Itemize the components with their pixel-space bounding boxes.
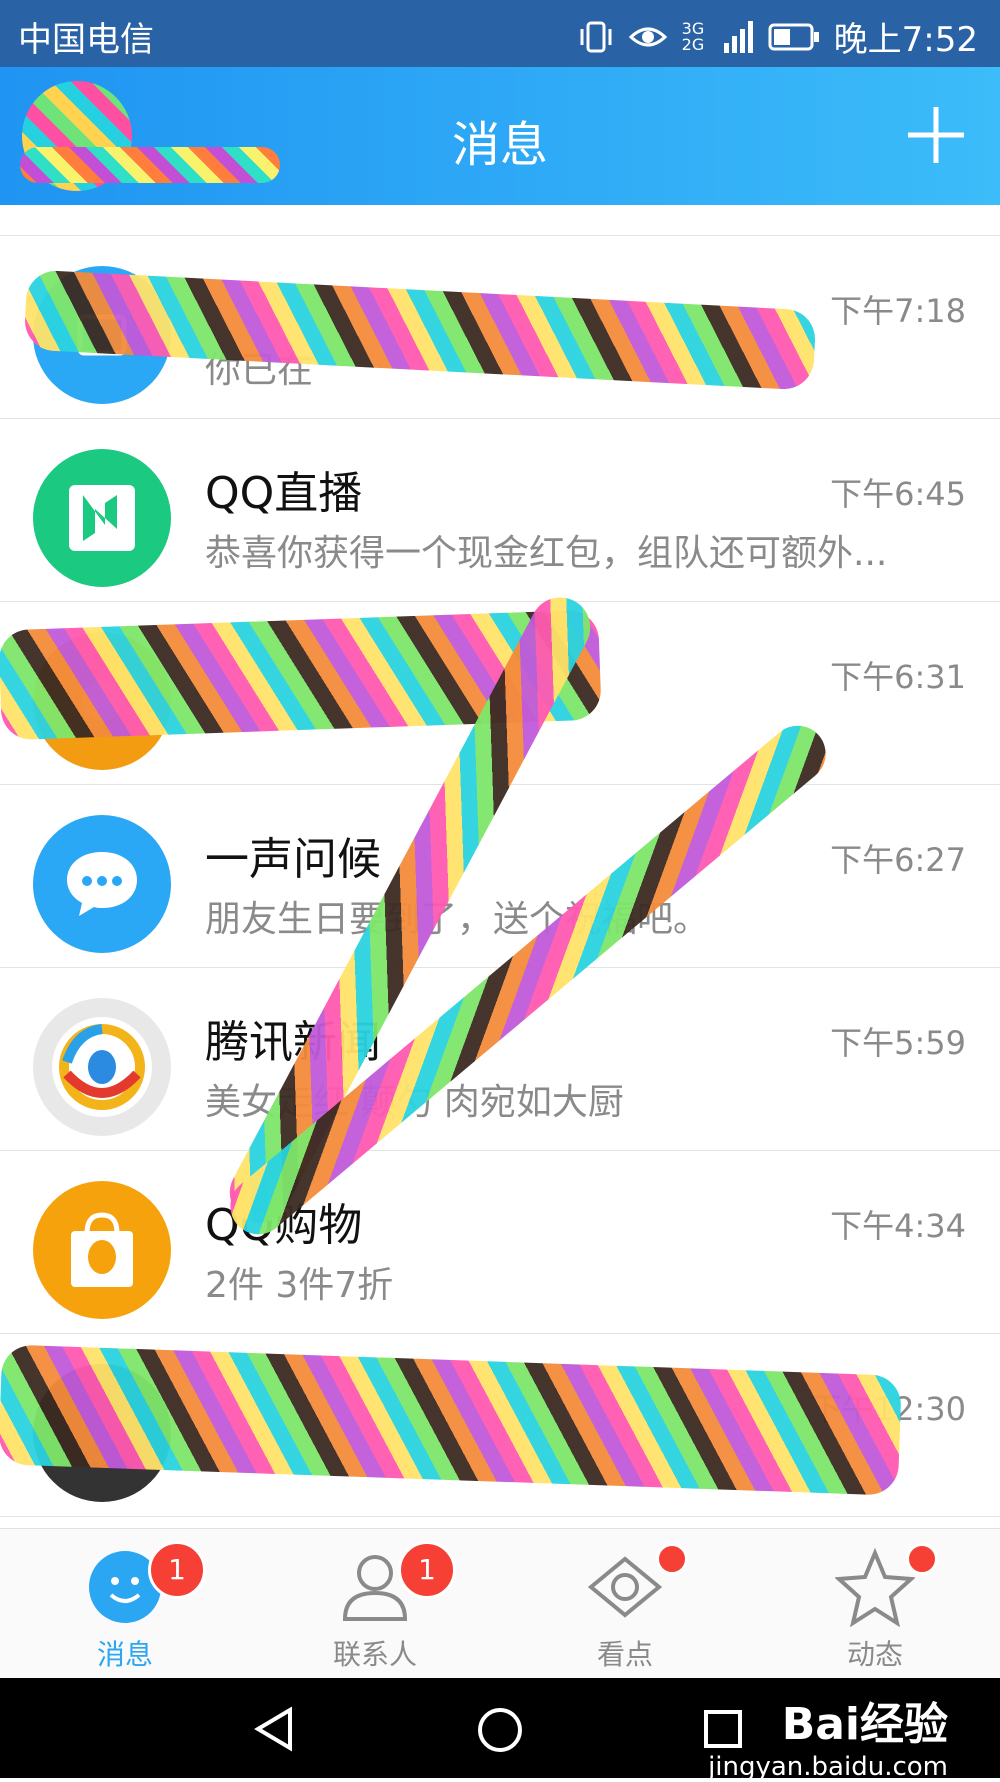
watermark-brand: Bai经验 bbox=[781, 1699, 948, 1750]
status-bar: 中国电信 3G 2G 晚上7:52 bbox=[0, 0, 1000, 67]
tab-bar: 1 消息 1 联系人 看点 动态 bbox=[0, 1528, 1000, 1679]
unread-badge: 1 bbox=[148, 1541, 206, 1599]
eye-comfort-icon bbox=[628, 27, 667, 46]
news-icon bbox=[52, 1017, 152, 1117]
conversation-name: 一声问候 bbox=[205, 834, 381, 885]
play-icon bbox=[69, 485, 135, 551]
conversation-preview: 恭喜你获得一个现金红包，组队还可额外... bbox=[205, 533, 888, 574]
notification-dot bbox=[906, 1543, 938, 1575]
conversation-preview: 2件 3件7折 bbox=[205, 1265, 394, 1306]
page-title: 消息 bbox=[451, 117, 548, 173]
conversation-avatar bbox=[33, 1181, 171, 1319]
conversation-row[interactable]: 一声问候 朋友生日要到了，送个祝福吧。 下午6:27 bbox=[0, 785, 1000, 968]
watermark: Bai经验 jingyan.baidu.com bbox=[708, 1688, 948, 1782]
tab-explore[interactable]: 看点 bbox=[500, 1529, 750, 1679]
plus-icon[interactable] bbox=[904, 103, 968, 167]
vibrate-icon bbox=[580, 21, 612, 52]
conversation-time: 下午7:18 bbox=[830, 292, 966, 330]
eye-tab-icon bbox=[587, 1556, 663, 1618]
home-icon[interactable] bbox=[476, 1706, 524, 1754]
network-label: 3G 2G bbox=[681, 18, 705, 54]
tab-label: 看点 bbox=[596, 1638, 653, 1671]
app-header: 消息 bbox=[0, 67, 1000, 205]
shopping-bag-icon bbox=[71, 1212, 133, 1287]
tab-feed[interactable]: 动态 bbox=[750, 1529, 1000, 1679]
conversation-name: QQ直播 bbox=[205, 468, 363, 519]
conversation-row[interactable]: QQ购物 2件 3件7折 下午4:34 bbox=[0, 1151, 1000, 1334]
back-icon[interactable] bbox=[252, 1706, 298, 1752]
tab-label: 联系人 bbox=[332, 1638, 417, 1671]
battery-icon bbox=[768, 23, 819, 50]
conversation-avatar bbox=[33, 998, 171, 1136]
chat-bubble-icon bbox=[67, 852, 137, 916]
conversation-time: 下午6:45 bbox=[830, 475, 966, 513]
tab-contacts[interactable]: 1 联系人 bbox=[250, 1529, 500, 1679]
clock: 晚上7:52 bbox=[833, 20, 978, 60]
conversation-row[interactable]: QQ直播 恭喜你获得一个现金红包，组队还可额外... 下午6:45 bbox=[0, 419, 1000, 602]
tab-messages[interactable]: 1 消息 bbox=[0, 1529, 250, 1679]
star-tab-icon bbox=[835, 1547, 915, 1627]
conversation-time: 下午4:34 bbox=[830, 1207, 966, 1245]
conversation-time: 下午6:27 bbox=[830, 841, 966, 879]
signal-icon bbox=[723, 20, 753, 53]
conversation-time: 下午6:31 bbox=[830, 658, 966, 696]
tab-label: 动态 bbox=[846, 1638, 903, 1671]
conversation-time: 下午5:59 bbox=[830, 1024, 966, 1062]
conversation-avatar bbox=[33, 449, 171, 587]
unread-badge: 1 bbox=[398, 1541, 456, 1599]
conversation-avatar bbox=[33, 815, 171, 953]
notification-dot bbox=[656, 1543, 688, 1575]
carrier-label: 中国电信 bbox=[18, 20, 154, 60]
status-icons: 3G 2G 晚上7:52 bbox=[578, 12, 978, 61]
tab-label: 消息 bbox=[96, 1638, 153, 1671]
